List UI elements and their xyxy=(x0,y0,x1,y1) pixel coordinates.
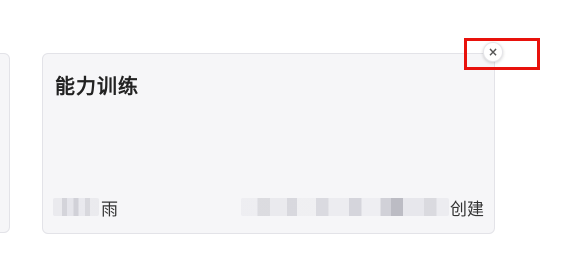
card-title: 能力训练 xyxy=(55,74,139,98)
previous-card-edge[interactable] xyxy=(0,53,10,233)
author-name-suffix: 雨 xyxy=(101,199,118,220)
redacted-author-name xyxy=(53,198,99,216)
training-card[interactable]: 能力训练 雨 创建 xyxy=(42,53,495,234)
redacted-created-time xyxy=(241,198,449,216)
close-icon: × xyxy=(487,45,499,59)
created-label: 创建 xyxy=(450,199,484,220)
close-button[interactable]: × xyxy=(483,42,503,62)
card-created-info: 创建 xyxy=(241,195,484,220)
canvas: 能力训练 雨 创建 × xyxy=(0,0,579,277)
card-author: 雨 xyxy=(53,195,118,220)
